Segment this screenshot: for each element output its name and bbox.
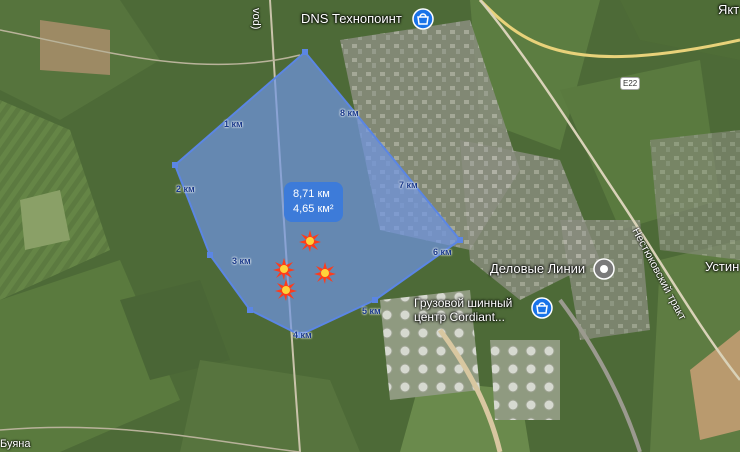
place-label-bottom-left: Буяна bbox=[0, 438, 31, 450]
explosion-icon[interactable] bbox=[314, 262, 336, 284]
distance-tick: 3 км bbox=[232, 256, 251, 266]
measurement-badge[interactable]: 8,71 км 4,65 км² bbox=[284, 182, 343, 222]
place-label-delovye[interactable]: Деловые Линии bbox=[490, 261, 585, 276]
place-label-ust[interactable]: Устин bbox=[705, 259, 739, 274]
distance-tick: 6 км bbox=[433, 247, 452, 257]
place-label-cordiant-line2[interactable]: центр Cordiant... bbox=[414, 310, 505, 324]
explosion-icon[interactable] bbox=[273, 258, 295, 280]
distance-tick: 8 км bbox=[340, 108, 359, 118]
satellite-imagery bbox=[0, 0, 740, 452]
distance-tick: 4 км bbox=[293, 330, 312, 340]
store-pin-icon[interactable] bbox=[412, 8, 434, 30]
road-label-top: vod) bbox=[250, 8, 262, 30]
distance-tick: 5 км bbox=[362, 306, 381, 316]
map-view[interactable]: 8,71 км 4,65 км² 1 км 2 км 3 км 4 км 5 к… bbox=[0, 0, 740, 452]
store-pin-icon[interactable] bbox=[531, 297, 553, 319]
place-label-dns[interactable]: DNS Технопоинт bbox=[301, 11, 402, 26]
place-label-cordiant-line1[interactable]: Грузовой шинный bbox=[414, 296, 512, 310]
distance-value: 8,71 км bbox=[293, 188, 330, 200]
place-label-yak[interactable]: Якт bbox=[718, 2, 739, 17]
area-value: 4,65 км² bbox=[293, 203, 334, 215]
distance-tick: 1 км bbox=[224, 119, 243, 129]
route-shield: E22 bbox=[620, 77, 641, 90]
location-pin-icon[interactable] bbox=[593, 258, 615, 280]
explosion-icon[interactable] bbox=[275, 279, 297, 301]
distance-tick: 7 км bbox=[399, 180, 418, 190]
explosion-icon[interactable] bbox=[299, 230, 321, 252]
distance-tick: 2 км bbox=[176, 184, 195, 194]
